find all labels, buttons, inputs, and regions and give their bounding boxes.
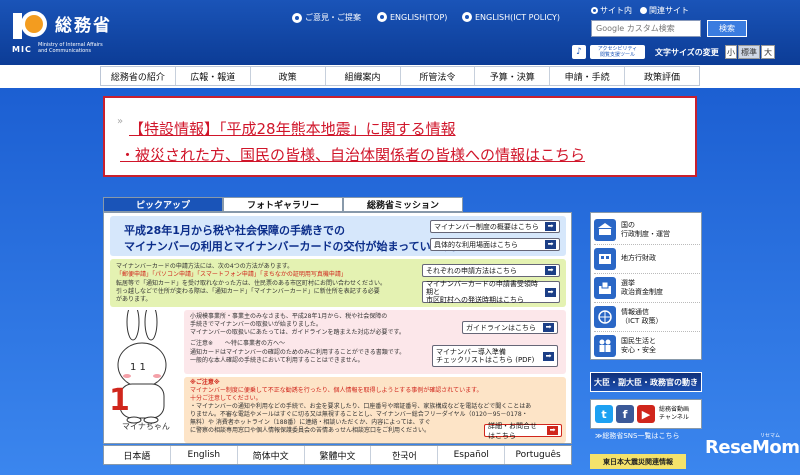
policy-sidebar: 国の 行政制度・運営 地方行財政 選挙 政治資金制度 情報通信 （ICT 政策） 国民… <box>590 212 702 360</box>
overview-link[interactable]: マイナンバー制度の概要はこちら ➡ <box>430 220 560 233</box>
sidebar-item-ict[interactable]: 情報通信 （ICT 政策） <box>594 302 700 332</box>
family-icon <box>594 335 616 357</box>
pickup-panel: 平成28年1月から税や社会保障の手続きでの マイナンバーの利用とマイナンバーカー… <box>103 212 572 444</box>
search-input[interactable] <box>591 20 701 37</box>
mascot-name: マイナちゃん <box>122 422 170 431</box>
arrow-right-icon: ➡ <box>543 351 554 361</box>
headline-line1: 平成28年1月から税や社会保障の手続きでの <box>124 224 345 237</box>
sidebar-item-local-finance[interactable]: 地方行財政 <box>594 244 700 274</box>
ministry-name: 総務省 <box>55 16 112 36</box>
nav-evaluation[interactable]: 政策評価 <box>625 67 699 85</box>
twitter-icon[interactable]: t <box>595 405 613 423</box>
circle-arrow-icon <box>462 12 472 22</box>
receipt-schedule-link[interactable]: マイナンバーカードの申請書受領時期と 市区町村への発送時期はこちら ➡ <box>422 280 560 304</box>
radio-related[interactable]: 関連サイト <box>640 5 689 16</box>
kumamoto-info-link[interactable]: 【特設情報】「平成28年熊本地震」に関する情報 <box>129 118 456 139</box>
nav-policy[interactable]: 政策 <box>251 67 326 85</box>
sidebar-item-elections[interactable]: 選挙 政治資金制度 <box>594 273 700 303</box>
arrow-right-icon: ➡ <box>545 287 556 297</box>
tab-mission[interactable]: 総務省ミッション <box>343 197 463 212</box>
victims-info-link[interactable]: ・被災された方、国民の皆様、自治体関係者の皆様への情報はこちら <box>120 144 585 165</box>
english-top-link[interactable]: ENGLISH(TOP) <box>377 12 447 22</box>
resemom-watermark-sub: リセマム <box>760 433 781 439</box>
ict-network-icon <box>594 305 616 328</box>
arrow-right-icon: ➡ <box>545 222 556 231</box>
circle-arrow-icon <box>292 12 302 23</box>
resemom-watermark: ReseMom <box>705 437 800 458</box>
global-nav: 総務省の紹介 広報・報道 政策 組織案内 所管法令 予算・決算 申請・手続 政策… <box>100 66 700 86</box>
font-large-button[interactable]: 大 <box>761 45 775 59</box>
svg-text:1 1: 1 1 <box>130 362 146 373</box>
arrow-right-icon: ➡ <box>545 240 556 249</box>
ministry-english-name: Ministry of Internal Affairs and Communi… <box>38 42 103 54</box>
circle-arrow-icon <box>377 12 387 22</box>
earthquake-info-banner[interactable]: 東日本大震災関連情報 <box>590 454 686 469</box>
search-scope: サイト内 関連サイト <box>591 5 689 16</box>
arrow-right-icon: ➡ <box>545 266 556 275</box>
alert-bullet: » <box>117 116 124 127</box>
font-size-label: 文字サイズの変更 <box>655 48 719 57</box>
nav-organization[interactable]: 組織案内 <box>326 67 401 85</box>
english-ict-link[interactable]: ENGLISH(ICT POLICY) <box>462 12 560 22</box>
accessibility-tool-button[interactable]: アクセシビリティ 閲覧支援ツール <box>590 45 645 59</box>
sidebar-item-administration[interactable]: 国の 行政制度・運営 <box>594 215 700 245</box>
local-finance-icon <box>594 247 616 270</box>
lang-chinese-simplified[interactable]: 简体中文 <box>238 446 305 464</box>
font-small-button[interactable]: 小 <box>725 45 737 59</box>
lang-spanish[interactable]: Español <box>438 446 506 464</box>
mynumber-headline-block: 平成28年1月から税や社会保障の手続きでの マイナンバーの利用とマイナンバーカー… <box>110 216 566 256</box>
usage-scenes-link[interactable]: 具体的な利用場面はこちら ➡ <box>430 238 560 251</box>
svg-text:1: 1 <box>109 383 130 418</box>
nav-applications[interactable]: 申請・手続 <box>550 67 626 85</box>
details-inquiry-link[interactable]: 詳細・お問合せはこちら ➡ <box>484 422 562 440</box>
methods-link[interactable]: それぞれの申請方法はこちら ➡ <box>422 264 560 277</box>
search-button[interactable]: 検索 <box>707 20 747 37</box>
tab-pickup[interactable]: ピックアップ <box>103 197 223 212</box>
language-bar: 日本語 English 简体中文 繁體中文 한국어 Español Portug… <box>103 445 572 465</box>
arrow-right-icon: ➡ <box>547 426 558 435</box>
lang-korean[interactable]: 한국어 <box>371 446 439 464</box>
business-guideline-block: 小規模事業所・事業主のみなさまも、平成28年1月から、税や社会保障の 手続きでマ… <box>184 310 566 374</box>
ministry-logo[interactable]: 総務省 MIC Ministry of Internal Affairs and… <box>10 7 160 57</box>
application-methods-block: マイナンバーカードの申請方法には、次の4つの方法があります。 「郵便申請」「パソ… <box>110 259 566 307</box>
lang-japanese[interactable]: 日本語 <box>104 446 171 464</box>
youtube-icon[interactable]: ▶ <box>637 405 655 423</box>
ballot-box-icon <box>594 276 616 299</box>
facebook-icon[interactable]: f <box>616 405 634 423</box>
special-alert-box: » 【特設情報】「平成28年熊本地震」に関する情報 ・被災された方、国民の皆様、… <box>103 96 697 177</box>
site-header: 総務省 MIC Ministry of Internal Affairs and… <box>0 0 800 65</box>
speaker-icon[interactable]: ♪ <box>572 45 586 59</box>
sns-list-link[interactable]: ≫総務省SNS一覧はこちら <box>595 431 679 441</box>
fraud-warning-block: ※ご注意※ マイナンバー制度に便乗して不正な勧誘を行ったり、個人情報を取得しよう… <box>184 377 566 443</box>
mic-emblem-icon <box>13 11 47 39</box>
nav-budget[interactable]: 予算・決算 <box>475 67 551 85</box>
radio-selected-icon <box>591 7 598 14</box>
radio-site[interactable]: サイト内 <box>591 5 632 16</box>
sns-box: t f ▶ 総務省動画 チャンネル <box>590 399 702 429</box>
guideline-link[interactable]: ガイドラインはこちら ➡ <box>462 321 558 334</box>
lang-portuguese[interactable]: Português <box>505 446 571 464</box>
minister-activities-banner[interactable]: 大臣・副大臣・政務官の動き <box>590 372 702 392</box>
nav-press[interactable]: 広報・報道 <box>176 67 251 85</box>
tab-photo-gallery[interactable]: フォトギャラリー <box>223 197 343 212</box>
radio-empty-icon <box>640 7 647 14</box>
nav-about[interactable]: 総務省の紹介 <box>101 67 176 85</box>
headline-line2: マイナンバーの利用とマイナンバーカードの交付が始まっています。 <box>124 240 463 253</box>
checklist-link[interactable]: マイナンバー導入準備 チェックリストはこちら (PDF) ➡ <box>432 345 558 367</box>
government-building-icon <box>594 218 616 241</box>
ministry-short: MIC <box>12 45 32 54</box>
video-channel-label[interactable]: 総務省動画 チャンネル <box>659 406 689 422</box>
font-normal-button[interactable]: 標準 <box>738 45 760 59</box>
lang-chinese-traditional[interactable]: 繁體中文 <box>305 446 372 464</box>
nav-laws[interactable]: 所管法令 <box>401 67 476 85</box>
arrow-right-icon: ➡ <box>543 323 554 332</box>
sidebar-item-citizen-life[interactable]: 国民生活と 安心・安全 <box>594 331 700 361</box>
opinion-link[interactable]: ご意見・ご提案 <box>292 12 361 23</box>
lang-english[interactable]: English <box>171 446 238 464</box>
